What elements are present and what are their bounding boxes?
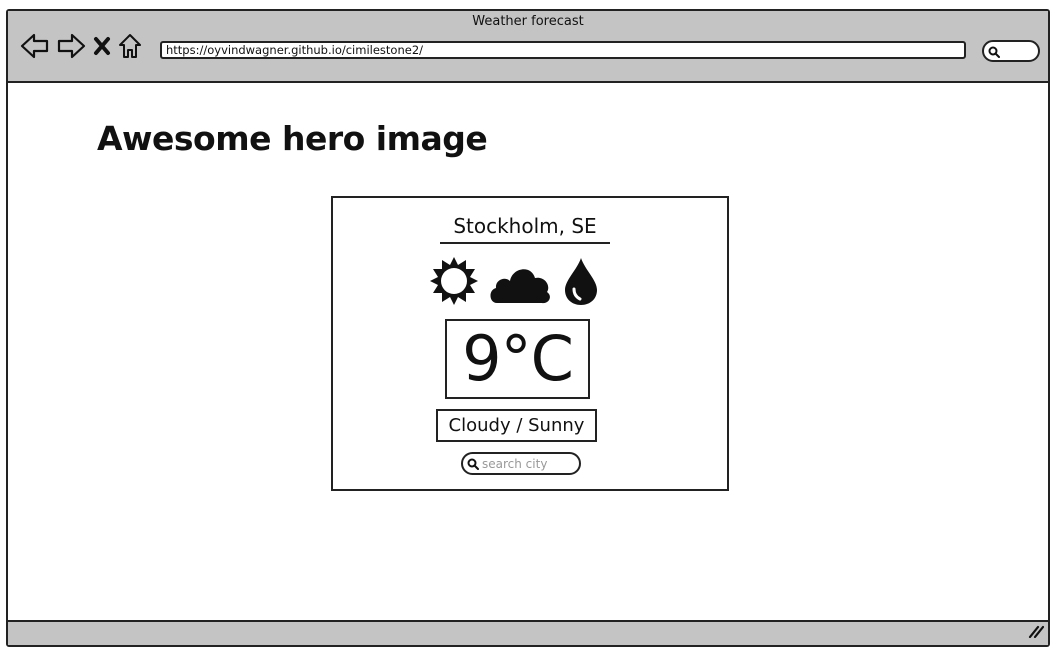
cloud-icon [487, 256, 553, 310]
hero-heading: Awesome hero image [97, 119, 488, 158]
city-name: Stockholm, SE [440, 214, 610, 244]
weather-icons [429, 256, 601, 310]
search-icon [988, 46, 1000, 58]
home-icon[interactable] [118, 33, 142, 59]
browser-search-button[interactable] [982, 40, 1040, 62]
resize-grip-icon[interactable] [1028, 623, 1045, 642]
city-search-input[interactable] [479, 456, 572, 471]
city-search-field[interactable] [461, 452, 581, 475]
title-bar: Weather forecast https://oyvindwagner.gi… [8, 11, 1048, 83]
url-bar[interactable]: https://oyvindwagner.github.io/cimilesto… [160, 41, 966, 59]
raindrop-icon [561, 256, 601, 310]
page-content: Awesome hero image Stockholm, SE 9°C Clo… [8, 83, 1048, 621]
forward-arrow-icon[interactable] [56, 33, 86, 59]
close-x-icon[interactable] [92, 35, 112, 57]
browser-window: Weather forecast https://oyvindwagner.gi… [6, 9, 1050, 647]
window-title: Weather forecast [472, 14, 584, 29]
sun-icon [429, 256, 479, 310]
temperature-display: 9°C [445, 319, 590, 399]
nav-toolbar [20, 33, 142, 59]
status-bar [8, 620, 1048, 645]
weather-card: Stockholm, SE 9°C Cloudy / Sunny search … [331, 196, 729, 491]
search-icon [467, 458, 479, 470]
back-arrow-icon[interactable] [20, 33, 50, 59]
weather-condition: Cloudy / Sunny [436, 409, 597, 442]
